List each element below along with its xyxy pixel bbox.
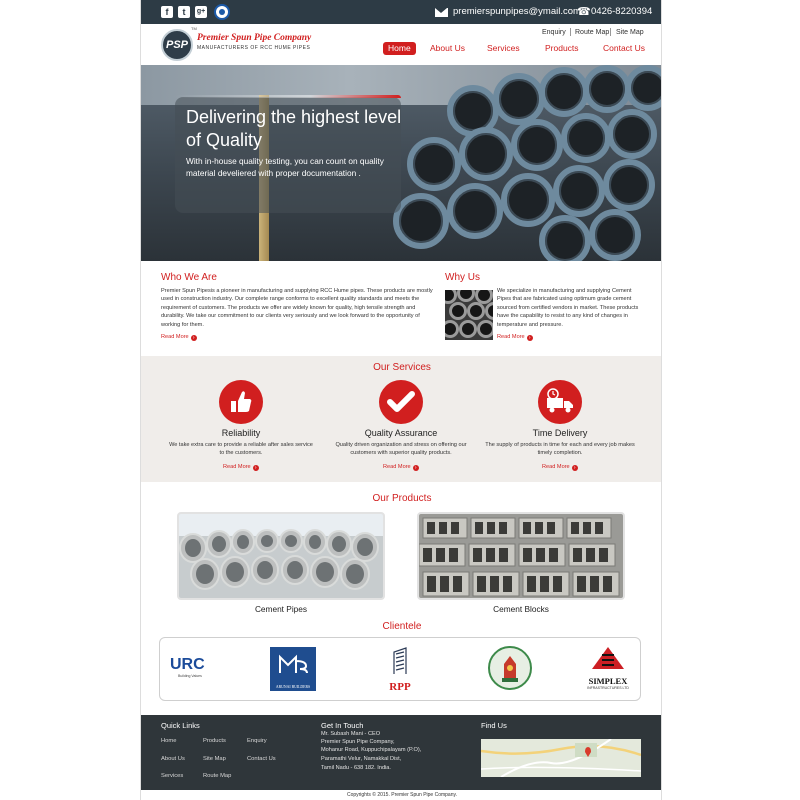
client-logo-urc: URC Building Values (170, 656, 205, 678)
page: f t g+ premierspunpipes@ymail.com ☎ 0426… (140, 0, 662, 800)
hero-banner: Delivering the highest level of Quality … (141, 65, 661, 261)
why-us-image (445, 290, 493, 340)
util-link-site-map[interactable]: Site Map (616, 29, 644, 36)
top-bar: f t g+ premierspunpipes@ymail.com ☎ 0426… (141, 0, 661, 24)
util-link-route-map[interactable]: Route Map (575, 29, 609, 36)
footer-link-site-map[interactable]: Site Map (203, 756, 226, 762)
top-email-link[interactable]: premierspunpipes@ymail.com (453, 6, 581, 17)
services-section: Our Services Reliability We take extra c… (141, 356, 661, 482)
site-footer: Quick Links Home Products Enquiry About … (141, 715, 661, 790)
service-title-reliability: Reliability (221, 428, 261, 438)
clientele-title: Clientele (382, 621, 422, 632)
footer-address-line: Paramathi Velur, Namakkal Dist, (321, 756, 402, 762)
copyright-text: Copyrights © 2015. Premier Spun Pipe Com… (346, 792, 458, 798)
delivery-truck-icon (538, 380, 582, 424)
logo-company-name[interactable]: Premier Spun Pipe Company (197, 33, 311, 43)
why-read-more-link[interactable]: Read More › (497, 334, 533, 341)
client-logo-arunai-builders: ARUNAI BUILDERS (270, 647, 316, 691)
service-title-quality-assurance: Quality Assurance (364, 428, 438, 438)
hero-title: Delivering the highest level of Quality (186, 107, 402, 150)
product-name-cement-blocks[interactable]: Cement Blocks (417, 604, 625, 614)
thumbs-up-icon (219, 380, 263, 424)
arrow-right-icon: › (190, 335, 197, 341)
arrow-right-icon: › (571, 465, 578, 471)
nav-products[interactable]: Products (540, 42, 584, 55)
nav-services[interactable]: Services (482, 42, 525, 55)
footer-get-in-touch-title: Get In Touch (321, 721, 364, 730)
arrow-right-icon: › (252, 465, 259, 471)
hero-caption-accent (175, 95, 401, 98)
client-logo-rpp: RPP (380, 646, 420, 694)
service-read-more-quality-assurance[interactable]: Read More › (383, 464, 419, 471)
util-separator (610, 28, 611, 36)
service-title-time-delivery: Time Delivery (532, 428, 588, 438)
products-title: Our Products (372, 493, 432, 504)
footer-map[interactable] (481, 739, 641, 777)
footer-link-contact-us[interactable]: Contact Us (247, 756, 276, 762)
envelope-icon (435, 8, 448, 17)
top-phone-number: 0426-8220394 (591, 6, 653, 17)
logo-trademark: TM (191, 26, 197, 31)
service-text-time-delivery: The supply of products in time for each … (485, 442, 635, 457)
logo-tagline: Manufacturers of Rcc Hume Pipes (197, 45, 311, 51)
footer-link-services[interactable]: Services (161, 773, 183, 779)
facebook-icon[interactable]: f (161, 6, 173, 18)
product-image-cement-pipes[interactable] (177, 512, 385, 600)
certification-badge-icon (214, 4, 230, 20)
nav-contact-us[interactable]: Contact Us (598, 42, 650, 55)
service-read-more-reliability[interactable]: Read More › (223, 464, 259, 471)
who-we-are-title: Who We Are (161, 272, 217, 283)
client-logo-simplex: SIMPLEX INFRASTRUCTURES LTD (580, 645, 636, 695)
who-we-are-text: Premier Spun Pipesis a pioneer in manufa… (161, 288, 433, 328)
footer-address-line: Mohanur Road, Kuppuchipalayam (P.O), (321, 747, 422, 753)
arrow-right-icon: › (412, 465, 419, 471)
product-image-cement-blocks[interactable] (417, 512, 625, 600)
clientele-logo-strip: URC Building Values ARUNAI BUILDERS RPP … (159, 637, 641, 701)
service-text-quality-assurance: Quality driven organization and stress o… (335, 442, 467, 457)
footer-link-route-map[interactable]: Route Map (203, 773, 231, 779)
client-logo-tamilnadu-emblem (488, 646, 532, 690)
nav-about-us[interactable]: About Us (425, 42, 470, 55)
who-read-more-link[interactable]: Read More › (161, 334, 197, 341)
service-text-reliability: We take extra care to provide a reliable… (169, 442, 313, 457)
checkmark-icon (379, 380, 423, 424)
phone-icon: ☎ (577, 6, 591, 18)
footer-link-home[interactable]: Home (161, 738, 176, 744)
arrow-right-icon: › (526, 335, 533, 341)
footer-link-enquiry[interactable]: Enquiry (247, 738, 267, 744)
twitter-icon[interactable]: t (178, 6, 190, 18)
logo-mark[interactable]: PSP (161, 29, 193, 61)
hero-text: With in-house quality testing, you can c… (186, 156, 384, 178)
footer-link-products[interactable]: Products (203, 738, 226, 744)
footer-find-us-title: Find Us (481, 721, 507, 730)
util-link-enquiry[interactable]: Enquiry (542, 29, 566, 36)
footer-quick-links-title: Quick Links (161, 721, 200, 730)
nav-home[interactable]: Home (383, 42, 416, 55)
service-read-more-time-delivery[interactable]: Read More › (542, 464, 578, 471)
footer-link-about-us[interactable]: About Us (161, 756, 185, 762)
services-title: Our Services (373, 362, 431, 373)
product-name-cement-pipes[interactable]: Cement Pipes (177, 604, 385, 614)
footer-address-line: Tamil Nadu - 638 182. India. (321, 765, 391, 771)
why-us-title: Why Us (445, 272, 480, 283)
why-us-text: We specialize in manufacturing and suppl… (497, 288, 639, 328)
google-plus-icon[interactable]: g+ (195, 6, 207, 18)
util-separator (570, 28, 571, 36)
